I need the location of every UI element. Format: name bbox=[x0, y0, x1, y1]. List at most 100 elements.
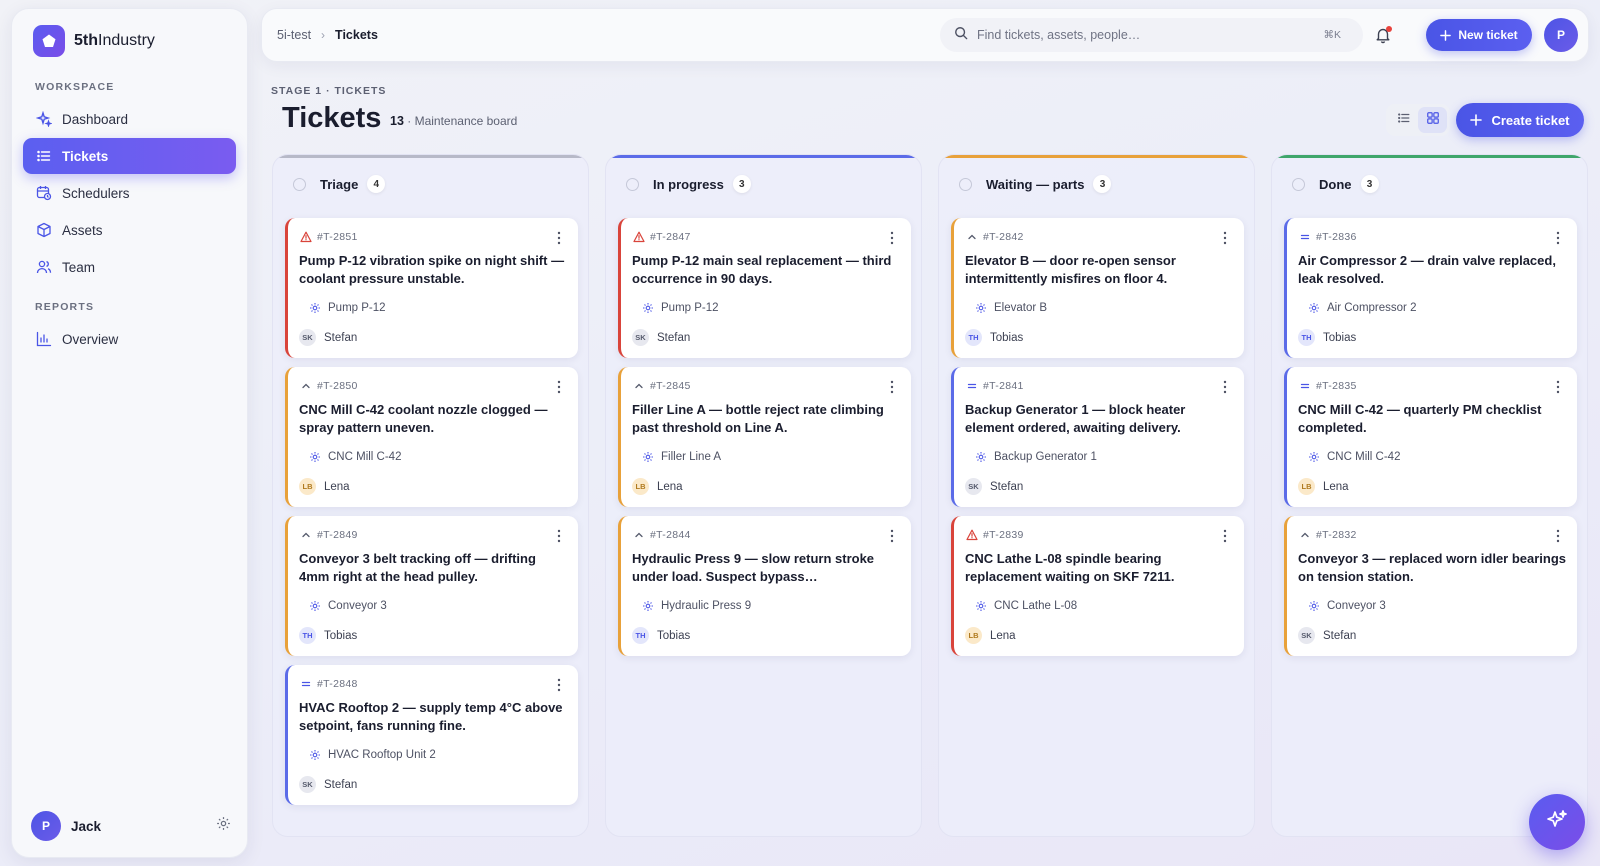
sidebar-item-team[interactable]: Team bbox=[23, 249, 236, 285]
ticket-asset[interactable]: Backup Generator 1 bbox=[975, 451, 1097, 463]
ticket-card[interactable]: #T-2849 Conveyor 3 belt tracking off — dr… bbox=[285, 516, 578, 656]
breadcrumb-workspace[interactable]: 5i-test bbox=[277, 28, 311, 42]
column-status-icon bbox=[293, 177, 306, 191]
sidebar-item-tickets[interactable]: Tickets bbox=[23, 138, 236, 174]
ticket-assignee[interactable]: TH Tobias bbox=[965, 329, 1023, 346]
ticket-card[interactable]: #T-2845 Filler Line A — bottle reject rat… bbox=[618, 367, 911, 507]
ticket-assignee[interactable]: SK Stefan bbox=[1298, 627, 1356, 644]
ticket-card[interactable]: #T-2835 CNC Mill C-42 — quarterly PM chec… bbox=[1284, 367, 1577, 507]
assignee-avatar: TH bbox=[965, 329, 982, 346]
ticket-asset[interactable]: Filler Line A bbox=[642, 451, 721, 463]
ticket-title: Conveyor 3 belt tracking off — drifting … bbox=[299, 551, 536, 584]
ticket-card[interactable]: #T-2848 HVAC Rooftop 2 — supply temp 4°C … bbox=[285, 665, 578, 805]
create-ticket-label: Create ticket bbox=[1491, 112, 1570, 128]
priority-medium-icon bbox=[966, 231, 978, 243]
priority-high-icon bbox=[633, 231, 645, 243]
ticket-assignee[interactable]: LB Lena bbox=[632, 478, 683, 495]
more-vertical-icon[interactable] bbox=[1218, 230, 1232, 246]
ticket-assignee[interactable]: SK Stefan bbox=[632, 329, 690, 346]
ticket-asset[interactable]: Elevator B bbox=[975, 302, 1047, 314]
board-view-button[interactable] bbox=[1418, 107, 1447, 133]
ticket-assignee[interactable]: TH Tobias bbox=[1298, 329, 1356, 346]
ticket-asset[interactable]: CNC Lathe L-08 bbox=[975, 600, 1077, 612]
ticket-card[interactable]: #T-2850 CNC Mill C-42 coolant nozzle clog… bbox=[285, 367, 578, 507]
notification-dot bbox=[1386, 26, 1392, 32]
ai-assistant-button[interactable] bbox=[1529, 794, 1585, 850]
assignee-name: Tobias bbox=[990, 331, 1024, 344]
ticket-card[interactable]: #T-2836 Air Compressor 2 — drain valve re… bbox=[1284, 218, 1577, 358]
list-icon bbox=[1397, 111, 1411, 130]
ticket-assignee[interactable]: TH Tobias bbox=[632, 627, 690, 644]
ticket-assignee[interactable]: LB Lena bbox=[965, 627, 1016, 644]
chevron-right-icon: › bbox=[321, 28, 326, 42]
column-accent-bar bbox=[939, 155, 1254, 158]
more-vertical-icon[interactable] bbox=[552, 379, 566, 395]
ticket-asset[interactable]: Pump P-12 bbox=[642, 302, 719, 314]
search-bar[interactable]: ⌘K bbox=[940, 18, 1363, 52]
more-vertical-icon[interactable] bbox=[885, 379, 899, 395]
more-vertical-icon[interactable] bbox=[885, 230, 899, 246]
board-subtitle: · Maintenance board bbox=[407, 114, 518, 128]
sidebar-item-assets[interactable]: Assets bbox=[23, 212, 236, 248]
ticket-assignee[interactable]: SK Stefan bbox=[299, 776, 357, 793]
ticket-id-text: #T-2832 bbox=[1316, 529, 1357, 541]
more-vertical-icon[interactable] bbox=[885, 528, 899, 544]
ticket-asset[interactable]: Conveyor 3 bbox=[1308, 600, 1386, 612]
ticket-card[interactable]: #T-2844 Hydraulic Press 9 — slow return s… bbox=[618, 516, 911, 656]
more-vertical-icon[interactable] bbox=[552, 677, 566, 693]
ticket-asset[interactable]: Hydraulic Press 9 bbox=[642, 600, 751, 612]
new-ticket-button[interactable]: New ticket bbox=[1426, 19, 1532, 51]
ticket-asset[interactable]: Conveyor 3 bbox=[309, 600, 387, 612]
column-header: Waiting — parts 3 bbox=[959, 175, 1112, 193]
ticket-title: Backup Generator 1 — block heater elemen… bbox=[965, 402, 1186, 435]
sparkle-icon bbox=[36, 111, 52, 127]
ticket-id-text: #T-2849 bbox=[317, 529, 358, 541]
more-vertical-icon[interactable] bbox=[552, 528, 566, 544]
assignee-avatar: TH bbox=[299, 627, 316, 644]
ticket-id: #T-2850 bbox=[300, 380, 358, 392]
sidebar-item-schedulers[interactable]: Schedulers bbox=[23, 175, 236, 211]
search-input[interactable] bbox=[977, 28, 1324, 42]
ticket-assignee[interactable]: TH Tobias bbox=[299, 627, 357, 644]
brand[interactable]: 5thIndustry bbox=[33, 25, 155, 57]
column-count-badge: 4 bbox=[367, 175, 386, 193]
asset-name: Pump P-12 bbox=[328, 302, 386, 314]
ticket-assignee[interactable]: LB Lena bbox=[299, 478, 350, 495]
ticket-asset[interactable]: CNC Mill C-42 bbox=[309, 451, 401, 463]
column-title: Triage bbox=[320, 176, 359, 192]
ticket-card[interactable]: #T-2832 Conveyor 3 — replaced worn idler … bbox=[1284, 516, 1577, 656]
more-vertical-icon[interactable] bbox=[1551, 230, 1565, 246]
create-ticket-button[interactable]: Create ticket bbox=[1456, 103, 1584, 137]
ticket-card[interactable]: #T-2839 CNC Lathe L-08 spindle bearing re… bbox=[951, 516, 1244, 656]
bell-icon bbox=[1374, 28, 1392, 48]
ticket-asset[interactable]: Pump P-12 bbox=[309, 302, 386, 314]
ticket-assignee[interactable]: SK Stefan bbox=[299, 329, 357, 346]
reports-section-label: REPORTS bbox=[35, 301, 95, 313]
user-profile[interactable]: P Jack bbox=[31, 811, 231, 841]
avatar[interactable]: P bbox=[31, 811, 61, 841]
ticket-card[interactable]: #T-2847 Pump P-12 main seal replacement —… bbox=[618, 218, 911, 358]
sidebar-item-overview[interactable]: Overview bbox=[23, 321, 236, 357]
more-vertical-icon[interactable] bbox=[1218, 379, 1232, 395]
more-vertical-icon[interactable] bbox=[1218, 528, 1232, 544]
more-vertical-icon[interactable] bbox=[1551, 379, 1565, 395]
board-column-waiting-parts: Waiting — parts 3 #T-2842 Elevator B — door… bbox=[938, 154, 1255, 837]
gear-icon[interactable] bbox=[216, 816, 231, 836]
list-view-button[interactable] bbox=[1389, 107, 1418, 133]
avatar[interactable]: P bbox=[1544, 18, 1578, 52]
ticket-assignee[interactable]: SK Stefan bbox=[965, 478, 1023, 495]
ticket-card[interactable]: #T-2841 Backup Generator 1 — block heater… bbox=[951, 367, 1244, 507]
ticket-asset[interactable]: CNC Mill C-42 bbox=[1308, 451, 1400, 463]
ticket-asset[interactable]: Air Compressor 2 bbox=[1308, 302, 1416, 314]
asset-name: Conveyor 3 bbox=[1327, 600, 1386, 612]
more-vertical-icon[interactable] bbox=[552, 230, 566, 246]
notifications-button[interactable] bbox=[1374, 26, 1392, 44]
assignee-avatar: SK bbox=[965, 478, 982, 495]
ticket-card[interactable]: #T-2851 Pump P-12 vibration spike on nigh… bbox=[285, 218, 578, 358]
ticket-asset[interactable]: HVAC Rooftop Unit 2 bbox=[309, 749, 436, 761]
ticket-assignee[interactable]: LB Lena bbox=[1298, 478, 1349, 495]
asset-name: Conveyor 3 bbox=[328, 600, 387, 612]
ticket-card[interactable]: #T-2842 Elevator B — door re-open sensor … bbox=[951, 218, 1244, 358]
more-vertical-icon[interactable] bbox=[1551, 528, 1565, 544]
sidebar-item-dashboard[interactable]: Dashboard bbox=[23, 101, 236, 137]
